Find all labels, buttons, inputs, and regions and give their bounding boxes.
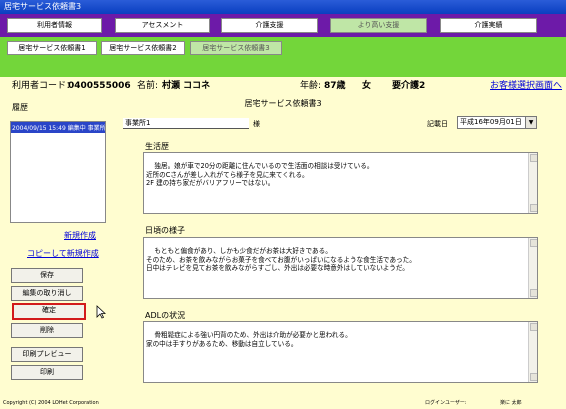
chevron-down-icon[interactable]: ▼ xyxy=(525,117,536,128)
mouse-cursor-icon xyxy=(96,305,107,322)
history-label: 履歴 xyxy=(12,103,28,112)
user-code: 0400555006 xyxy=(68,81,131,91)
adl-label: ADLの状況 xyxy=(145,311,186,320)
copy-new-link[interactable]: コピーして新規作成 xyxy=(27,248,99,259)
user-gender: 女 xyxy=(362,81,372,91)
user-age: 87歳 xyxy=(324,81,346,91)
save-button[interactable]: 保存 xyxy=(11,268,83,283)
footer: Copyright (C) 2004 LOHet Corporation ログイ… xyxy=(0,398,566,409)
history-list[interactable]: 2004/09/15 15:49 編集中 事業所 xyxy=(10,121,106,223)
adl-textarea[interactable]: 骨粗鬆症による強い円背のため、外出は介助が必要かと思われる。 家の中は手すりがあ… xyxy=(143,321,538,383)
login-label: ログインユーザー: xyxy=(425,400,467,406)
life-history-text: 独居。娘が車で20分の距離に住んでいるので生活面の相談は受けている。 近所のCさ… xyxy=(146,162,374,188)
print-preview-button[interactable]: 印刷プレビュー xyxy=(11,347,83,362)
adl-text: 骨粗鬆症による強い円背のため、外出は介助が必要かと思われる。 家の中は手すりがあ… xyxy=(146,331,352,348)
date-label: 記載日 xyxy=(427,120,448,128)
customer-select-link[interactable]: お客様選択画面へ xyxy=(490,77,562,95)
daily-life-textarea[interactable]: もともと偏食があり、しかも少食だがお茶は大好きである。 そのため、お茶を飲みなが… xyxy=(143,237,538,299)
daily-life-label: 日頃の様子 xyxy=(145,226,185,235)
tab-user-info[interactable]: 利用者情報 xyxy=(7,18,102,33)
main-nav: 利用者情報 アセスメント 介護支援 より高い支援 介護実績 xyxy=(0,14,566,37)
document-title: 居宅サービス依頼書3 xyxy=(244,99,322,108)
history-item-selected[interactable]: 2004/09/15 15:49 編集中 事業所 xyxy=(11,122,105,133)
confirm-button[interactable]: 確定 xyxy=(12,303,86,320)
login-user: 楽に 太郎 xyxy=(500,400,522,406)
delete-button[interactable]: 削除 xyxy=(11,323,83,338)
daily-life-text: もともと偏食があり、しかも少食だがお茶は大好きである。 そのため、お茶を飲みなが… xyxy=(146,247,416,273)
life-history-label: 生活歴 xyxy=(145,142,169,151)
main-panel: 居宅サービス依頼書3 履歴 2004/09/15 15:49 編集中 事業所 新… xyxy=(0,95,566,398)
office-field[interactable]: 事業所1 xyxy=(123,118,249,129)
tab-assessment[interactable]: アセスメント xyxy=(115,18,210,33)
tab-advanced-support[interactable]: より高い支援 xyxy=(330,18,427,33)
honorific-label: 様 xyxy=(253,120,260,128)
user-name: 村瀬 ココネ xyxy=(162,81,211,91)
tab-care-record[interactable]: 介護実績 xyxy=(440,18,537,33)
date-value: 平成16年09月01日 xyxy=(460,118,522,126)
tab-request-3[interactable]: 居宅サービス依頼書3 xyxy=(190,41,282,55)
adl-scrollbar[interactable] xyxy=(528,322,537,382)
life-history-scrollbar[interactable] xyxy=(528,153,537,213)
daily-life-scrollbar[interactable] xyxy=(528,238,537,298)
life-history-textarea[interactable]: 独居。娘が車で20分の距離に住んでいるので生活面の相談は受けている。 近所のCさ… xyxy=(143,152,538,214)
window-title-bar: 居宅サービス依頼書3 xyxy=(0,0,566,14)
user-care-level: 要介護2 xyxy=(392,81,426,91)
user-code-label: 利用者コード： xyxy=(12,81,76,91)
tab-care-support[interactable]: 介護支援 xyxy=(221,18,318,33)
user-age-label: 年齢: xyxy=(300,81,322,91)
cancel-edit-button[interactable]: 編集の取り消し xyxy=(11,286,83,301)
user-name-label: 名前: xyxy=(137,81,159,91)
date-select[interactable]: 平成16年09月01日 ▼ xyxy=(457,116,537,129)
sub-nav: 居宅サービス依頼書1 居宅サービス依頼書2 居宅サービス依頼書3 xyxy=(0,37,566,77)
tab-request-2[interactable]: 居宅サービス依頼書2 xyxy=(101,41,185,55)
new-link[interactable]: 新規作成 xyxy=(64,230,96,241)
copyright: Copyright (C) 2004 LOHet Corporation xyxy=(3,400,99,406)
tab-request-1[interactable]: 居宅サービス依頼書1 xyxy=(7,41,97,55)
print-button[interactable]: 印刷 xyxy=(11,365,83,380)
user-info-bar: 利用者コード： 0400555006 名前: 村瀬 ココネ 年齢: 87歳 女 … xyxy=(0,77,566,95)
window-title: 居宅サービス依頼書3 xyxy=(4,2,82,11)
